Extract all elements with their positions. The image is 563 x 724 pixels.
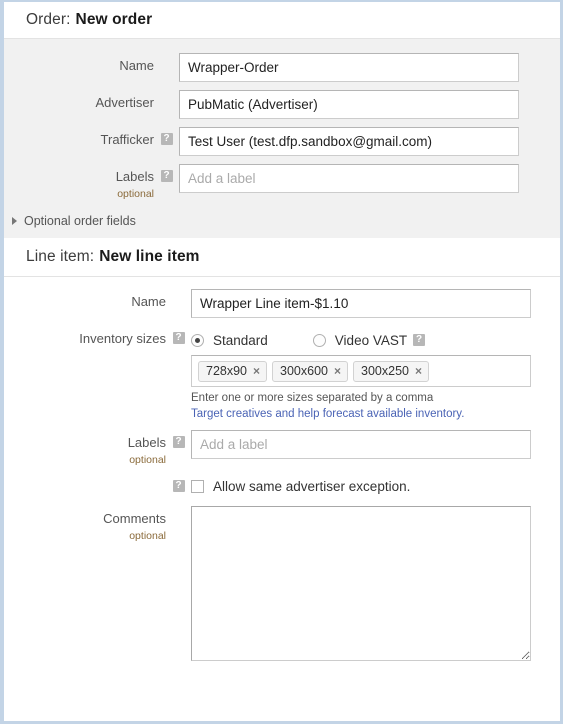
line-item-labels-field-col	[191, 430, 560, 460]
inventory-sizes-row: Inventory sizes ? Standard Video VAST ? …	[4, 326, 560, 422]
order-trafficker-label-col: Trafficker	[4, 127, 154, 150]
optional-order-fields-label: Optional order fields	[24, 214, 136, 228]
same-advertiser-help-col: ?	[166, 474, 191, 493]
order-trafficker-input[interactable]	[179, 127, 519, 156]
help-icon[interactable]: ?	[160, 170, 173, 182]
line-item-labels-input[interactable]	[191, 430, 531, 460]
size-chip[interactable]: 300x250 ×	[353, 361, 429, 382]
order-fields-panel: Name Advertiser Trafficker ?	[4, 39, 560, 238]
inventory-sizes-help-col: ?	[166, 326, 191, 344]
line-item-header-prefix: Line item:	[26, 248, 95, 265]
order-advertiser-field-col	[179, 90, 560, 119]
line-item-name-help-col	[166, 289, 191, 295]
inventory-sizes-chip-input[interactable]: 728x90 × 300x600 × 300x250 ×	[191, 355, 531, 387]
inventory-sizes-radio-group: Standard Video VAST ?	[191, 326, 560, 353]
same-advertiser-field-col: Allow same advertiser exception.	[191, 474, 560, 498]
comments-optional-note: optional	[129, 530, 166, 543]
line-item-name-row: Name	[4, 289, 560, 318]
inventory-sizes-field-col: Standard Video VAST ? 728x90 × 300x600 ×	[191, 326, 560, 422]
same-advertiser-label[interactable]: Allow same advertiser exception.	[213, 479, 410, 494]
help-icon[interactable]: ?	[160, 133, 173, 145]
comments-label: Comments	[103, 511, 166, 527]
order-name-help-col	[154, 53, 179, 59]
size-chip[interactable]: 300x600 ×	[272, 361, 349, 382]
same-advertiser-checkbox-row: Allow same advertiser exception.	[191, 474, 560, 498]
inventory-sizes-label: Inventory sizes	[79, 331, 166, 346]
comments-textarea[interactable]	[191, 506, 531, 662]
same-advertiser-checkbox[interactable]	[191, 479, 204, 493]
help-icon[interactable]: ?	[413, 334, 426, 346]
order-name-label: Name	[119, 58, 154, 73]
order-trafficker-field-col	[179, 127, 560, 156]
order-trafficker-row: Trafficker ?	[4, 127, 560, 156]
inventory-sizes-hint-text: Enter one or more sizes separated by a c…	[191, 392, 434, 404]
line-item-name-field-col	[191, 289, 560, 318]
size-chip-label: 728x90	[206, 364, 248, 378]
order-labels-label-col: Labels optional	[4, 164, 154, 200]
radio-standard-label[interactable]: Standard	[213, 333, 268, 348]
order-section-header: Order: New order	[4, 2, 560, 39]
order-labels-field-col	[179, 164, 560, 193]
size-chip[interactable]: 728x90 ×	[198, 361, 268, 382]
order-labels-input[interactable]	[179, 164, 519, 193]
order-name-input[interactable]	[179, 53, 519, 82]
size-chip-label: 300x600	[280, 364, 328, 378]
optional-order-fields-toggle[interactable]: Optional order fields	[4, 208, 560, 230]
help-icon[interactable]: ?	[172, 436, 185, 449]
chevron-right-icon	[12, 217, 17, 225]
size-chip-label: 300x250	[361, 364, 409, 378]
order-advertiser-label-col: Advertiser	[4, 90, 154, 113]
remove-chip-icon[interactable]: ×	[415, 364, 422, 378]
line-item-labels-help-col: ?	[166, 430, 191, 449]
line-item-header-title: New line item	[99, 248, 200, 265]
comments-field-col	[191, 506, 560, 666]
same-advertiser-row: ? Allow same advertiser exception.	[4, 474, 560, 498]
order-labels-row: Labels optional ?	[4, 164, 560, 200]
comments-help-col	[166, 506, 191, 512]
radio-video-vast[interactable]	[312, 333, 326, 347]
same-advertiser-label-col	[4, 474, 166, 479]
order-trafficker-help-col: ?	[154, 127, 179, 145]
line-item-name-label: Name	[131, 294, 166, 309]
order-advertiser-label: Advertiser	[95, 95, 154, 110]
order-advertiser-row: Advertiser	[4, 90, 560, 119]
order-name-label-col: Name	[4, 53, 154, 76]
order-advertiser-input[interactable]	[179, 90, 519, 119]
order-header-title: New order	[75, 11, 153, 28]
order-header-prefix: Order:	[26, 11, 71, 28]
order-name-field-col	[179, 53, 560, 82]
line-item-labels-row: Labels optional ?	[4, 430, 560, 466]
line-item-labels-label-col: Labels optional	[4, 430, 166, 466]
inventory-sizes-hint: Enter one or more sizes separated by a c…	[191, 391, 560, 422]
order-labels-optional-note: optional	[117, 188, 154, 200]
remove-chip-icon[interactable]: ×	[334, 364, 341, 378]
radio-video-vast-label[interactable]: Video VAST	[335, 333, 407, 348]
order-labels-help-col: ?	[154, 164, 179, 182]
inventory-sizes-label-col: Inventory sizes	[4, 326, 166, 349]
order-name-row: Name	[4, 53, 560, 82]
line-item-labels-optional-note: optional	[129, 454, 166, 467]
order-advertiser-help-col	[154, 90, 179, 96]
help-icon[interactable]: ?	[172, 480, 185, 493]
target-creatives-link[interactable]: Target creatives and help forecast avail…	[191, 407, 560, 423]
order-trafficker-label: Trafficker	[100, 132, 154, 147]
line-item-section-header: Line item: New line item	[4, 238, 560, 277]
comments-label-col: Comments optional	[4, 506, 166, 542]
comments-row: Comments optional	[4, 506, 560, 666]
line-item-fields-panel: Name Inventory sizes ? Standard V	[4, 277, 560, 667]
help-icon[interactable]: ?	[172, 332, 185, 344]
line-item-name-label-col: Name	[4, 289, 166, 312]
new-order-line-item-form: Order: New order Name Advertiser	[0, 0, 563, 724]
remove-chip-icon[interactable]: ×	[253, 364, 260, 378]
order-labels-label: Labels	[115, 169, 154, 184]
line-item-labels-label: Labels	[127, 435, 166, 451]
radio-standard[interactable]	[191, 333, 204, 347]
line-item-name-input[interactable]	[191, 289, 531, 318]
